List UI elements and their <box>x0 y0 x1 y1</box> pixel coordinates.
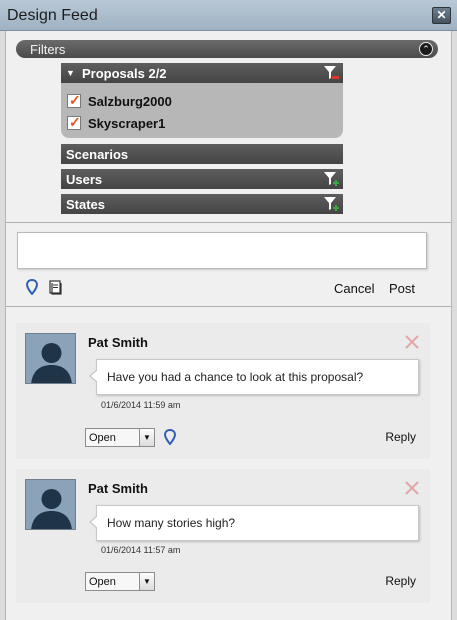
status-dropdown[interactable]: Open ▼ <box>85 572 155 591</box>
title-bar: Design Feed ✕ <box>0 0 457 31</box>
proposal-checkbox[interactable]: ✓ <box>67 92 81 108</box>
filter-add-icon[interactable] <box>323 171 339 187</box>
scenarios-label: Scenarios <box>66 147 129 162</box>
post-message-bubble: How many stories high? <box>89 505 419 541</box>
location-pin-icon[interactable] <box>164 429 176 445</box>
proposal-name: Salzburg2000 <box>88 94 172 109</box>
filter-add-icon[interactable] <box>323 196 339 212</box>
post-author: Pat Smith <box>88 481 148 496</box>
cancel-button[interactable]: Cancel <box>334 281 374 296</box>
proposals-label: Proposals 2/2 <box>82 66 167 81</box>
post-card: Pat Smith Have you had a chance to look … <box>16 323 430 459</box>
post-author: Pat Smith <box>88 335 148 350</box>
book-icon[interactable] <box>48 279 64 295</box>
window-title: Design Feed <box>7 7 98 24</box>
states-filter-header[interactable]: States <box>61 194 343 214</box>
filters-bar[interactable]: Filters ⌃ <box>16 40 438 58</box>
post-timestamp: 01/6/2014 11:57 am <box>101 545 181 555</box>
proposal-name: Skyscraper1 <box>88 116 166 131</box>
status-value: Open <box>89 432 116 444</box>
close-button[interactable]: ✕ <box>432 7 451 24</box>
post-button[interactable]: Post <box>389 281 415 296</box>
post-message: How many stories high? <box>107 516 236 530</box>
divider <box>6 306 451 307</box>
collapse-icon[interactable]: ⌃ <box>419 42 433 56</box>
states-label: States <box>66 197 106 212</box>
reply-button[interactable]: Reply <box>385 430 416 444</box>
proposal-checkbox[interactable]: ✓ <box>67 114 81 130</box>
expand-arrow-icon: ▼ <box>66 68 75 78</box>
proposals-filter-header[interactable]: ▼ Proposals 2/2 <box>61 63 343 83</box>
delete-icon[interactable] <box>404 334 420 350</box>
post-card: Pat Smith How many stories high? 01/6/20… <box>16 469 430 603</box>
close-icon: ✕ <box>436 8 447 22</box>
filters-title: Filters <box>30 42 66 57</box>
divider <box>6 222 451 223</box>
status-value: Open <box>89 576 116 588</box>
post-timestamp: 01/6/2014 11:59 am <box>101 400 181 410</box>
delete-icon[interactable] <box>404 480 420 496</box>
filter-remove-icon[interactable] <box>323 65 339 81</box>
location-pin-icon[interactable] <box>26 279 38 295</box>
proposals-list: ✓ Salzburg2000 ✓ Skyscraper1 <box>61 83 343 138</box>
dropdown-arrow-icon[interactable]: ▼ <box>139 573 154 590</box>
users-label: Users <box>66 172 103 187</box>
post-message-bubble: Have you had a chance to look at this pr… <box>89 359 419 395</box>
dropdown-arrow-icon[interactable]: ▼ <box>139 429 154 446</box>
comment-input[interactable] <box>17 232 427 269</box>
avatar-icon <box>25 479 76 530</box>
users-filter-header[interactable]: Users <box>61 169 343 189</box>
scenarios-filter-header[interactable]: Scenarios <box>61 144 343 164</box>
post-message: Have you had a chance to look at this pr… <box>107 370 364 384</box>
status-dropdown[interactable]: Open ▼ <box>85 428 155 447</box>
avatar-icon <box>25 333 76 384</box>
reply-button[interactable]: Reply <box>385 574 416 588</box>
